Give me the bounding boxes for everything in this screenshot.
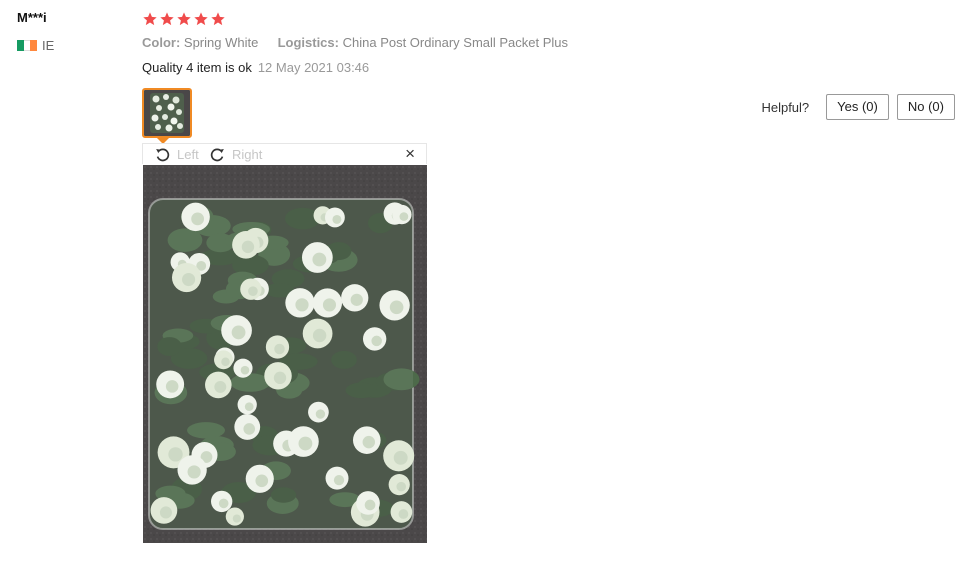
reviewer-info: M***i IE bbox=[17, 10, 54, 53]
review-photo-thumbnail[interactable] bbox=[142, 88, 192, 138]
star-icon bbox=[211, 12, 225, 26]
color-attr-label: Color: bbox=[142, 35, 181, 50]
rotate-left-button[interactable]: Left bbox=[154, 146, 199, 163]
color-attr-value: Spring White bbox=[183, 35, 259, 50]
rotate-left-icon bbox=[156, 148, 170, 162]
image-viewer-toolbar: Left Right × bbox=[142, 143, 427, 164]
country-code: IE bbox=[42, 38, 55, 53]
review-content: Color: Spring White Logistics: China Pos… bbox=[142, 11, 962, 76]
reviewer-country: IE bbox=[17, 38, 54, 53]
helpful-no-button[interactable]: No (0) bbox=[896, 94, 955, 120]
star-icon bbox=[194, 12, 208, 26]
rotate-left-label: Left bbox=[177, 147, 199, 162]
review-date: 12 May 2021 03:46 bbox=[257, 60, 370, 75]
helpful-voting: Helpful? Yes (0) No (0) bbox=[761, 94, 955, 120]
reviewer-name: M***i bbox=[17, 10, 47, 25]
star-icon bbox=[177, 12, 191, 26]
review-photo-image bbox=[143, 165, 427, 543]
close-icon[interactable]: × bbox=[405, 145, 415, 163]
ireland-flag-icon bbox=[17, 40, 38, 51]
rotate-right-icon bbox=[210, 148, 224, 162]
logistics-attr-label: Logistics: bbox=[277, 35, 339, 50]
review-photo-large bbox=[143, 165, 427, 543]
rotate-right-label: Right bbox=[232, 147, 263, 162]
thumbnail-image bbox=[144, 90, 190, 136]
rotate-right-button[interactable]: Right bbox=[209, 146, 262, 163]
helpful-label: Helpful? bbox=[761, 99, 810, 115]
logistics-attr-value: China Post Ordinary Small Packet Plus bbox=[342, 35, 569, 50]
helpful-yes-button[interactable]: Yes (0) bbox=[826, 94, 889, 120]
review-text: Quality 4 item is ok bbox=[142, 60, 252, 75]
review-feedback: Quality 4 item is ok 12 May 2021 03:46 bbox=[142, 60, 962, 76]
star-icon bbox=[143, 12, 157, 26]
star-rating bbox=[142, 11, 962, 27]
review-attributes: Color: Spring White Logistics: China Pos… bbox=[142, 35, 962, 51]
star-icon bbox=[160, 12, 174, 26]
